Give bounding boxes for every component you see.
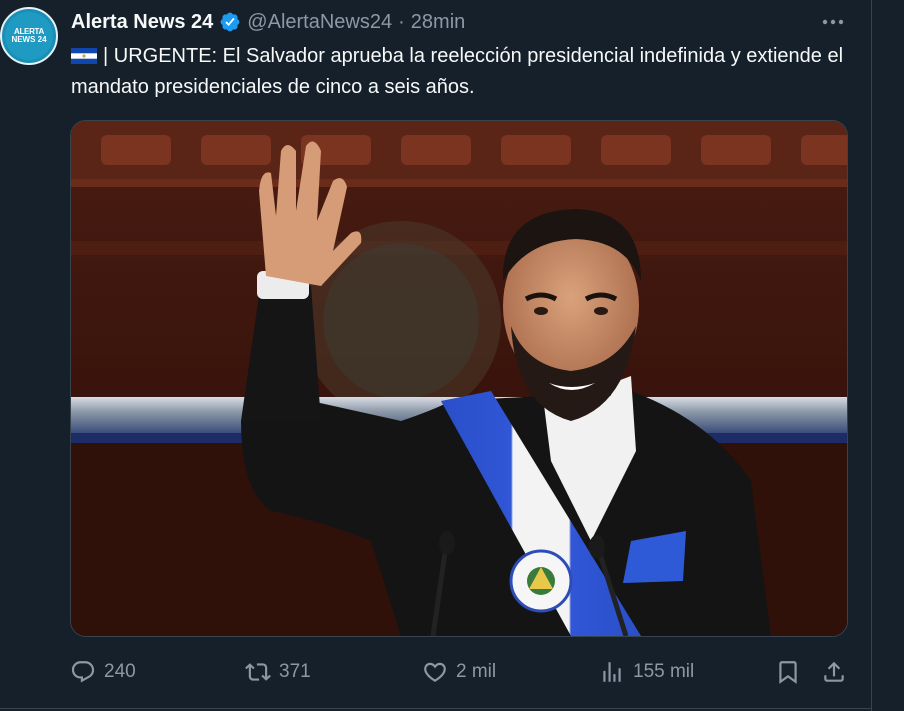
more-options-icon[interactable]: [819, 10, 847, 34]
author-handle[interactable]: @AlertaNews24: [247, 11, 392, 34]
tweet-actions-bar: 240 371 2 mil 155 mil: [0, 652, 871, 692]
column-divider: [871, 0, 872, 711]
retweet-icon: [245, 663, 271, 681]
reply-count: 240: [104, 661, 136, 682]
separator-dot: ·: [398, 10, 405, 33]
author-avatar[interactable]: ALERTA NEWS 24: [0, 7, 58, 65]
share-icon: [824, 661, 844, 682]
author-name[interactable]: Alerta News 24: [71, 11, 213, 34]
tweet-text: | URGENTE: El Salvador aprueba la reelec…: [71, 45, 844, 98]
like-count: 2 mil: [456, 661, 497, 682]
verified-badge-icon[interactable]: [219, 11, 241, 33]
views-count: 155 mil: [633, 661, 695, 682]
heart-icon: [424, 662, 446, 682]
bookmark-button[interactable]: [775, 652, 801, 692]
tweet-header: Alerta News 24 @AlertaNews24 · 28min: [71, 8, 465, 36]
share-button[interactable]: [821, 652, 847, 692]
tweet-body: | URGENTE: El Salvador aprueba la reelec…: [71, 41, 861, 103]
reply-button[interactable]: 240: [70, 652, 136, 692]
tweet-bottom-divider: [0, 708, 871, 709]
avatar-logo-text-2: NEWS 24: [11, 35, 47, 44]
tweet-photo[interactable]: [70, 120, 848, 637]
reply-icon: [71, 661, 95, 683]
retweet-button[interactable]: 371: [245, 652, 311, 692]
el-salvador-flag-icon: [71, 48, 97, 64]
views-chart-icon: [603, 662, 621, 682]
avatar-logo: ALERTA NEWS 24: [5, 12, 53, 60]
like-button[interactable]: 2 mil: [422, 652, 496, 692]
retweet-count: 371: [279, 661, 311, 682]
bookmark-icon: [779, 661, 797, 684]
views-button[interactable]: 155 mil: [599, 652, 694, 692]
tweet-timestamp[interactable]: 28min: [411, 11, 465, 34]
